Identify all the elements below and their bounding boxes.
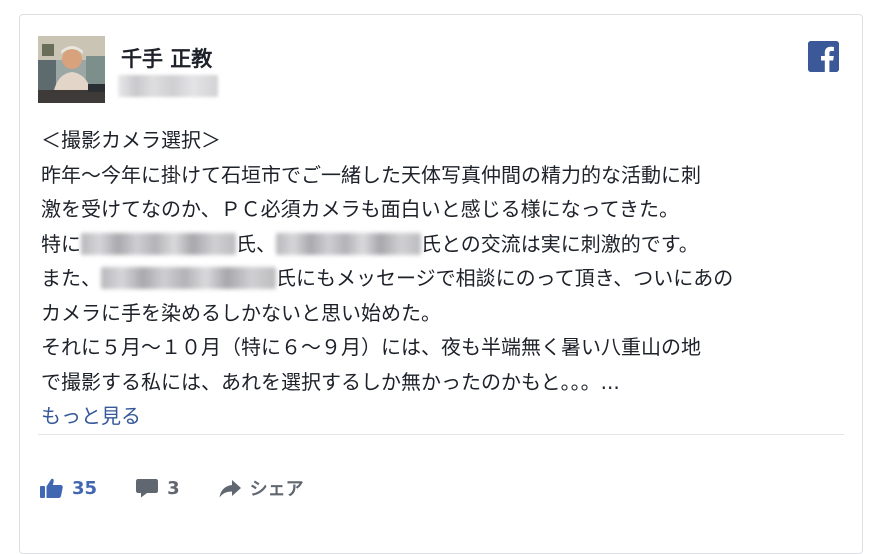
avatar-image: [38, 36, 105, 103]
post-line: また、 氏にもメッセージで相談にのって頂き、ついにあの: [41, 261, 851, 296]
post-line: 昨年〜今年に掛けて石垣市でご一緒した天体写真仲間の精力的な活動に刺: [41, 158, 851, 193]
post-text-segment: また、: [41, 266, 101, 290]
comment-button[interactable]: 3: [135, 477, 218, 499]
redacted-name: [81, 232, 236, 255]
post-line: 特に 氏、 氏との交流は実に刺激的です。: [41, 227, 851, 262]
post-card: 千手 正教 ＜撮影カメラ選択＞ 昨年〜今年に掛けて石垣市でご一緒した天体写真仲間の…: [19, 14, 863, 554]
post-text-segment: 氏、: [236, 231, 276, 256]
share-button[interactable]: シェア: [218, 475, 304, 501]
comment-count: 3: [167, 477, 180, 499]
post-line: で撮影する私には、あれを選択するしか無かったのかもと。。。...: [41, 365, 851, 400]
like-button[interactable]: 35: [40, 477, 135, 499]
post-text-segment: 氏にもメッセージで相談にのって頂き、ついにあの: [276, 266, 734, 290]
post-text-segment: ＜撮影カメラ選択＞: [41, 128, 221, 152]
post-line: カメラに手を染めるしかないと思い始めた。: [41, 296, 851, 331]
divider: [38, 434, 844, 435]
author-name[interactable]: 千手 正教: [121, 43, 212, 73]
redacted-name: [101, 267, 276, 289]
post-line: それに５月〜１０月（特に６〜９月）には、夜も半端無く暑い八重山の地: [41, 330, 851, 365]
post-text-segment: 氏との交流は実に刺激的です。: [421, 231, 699, 256]
thumbs-up-icon: [40, 477, 64, 499]
redacted-name: [276, 232, 421, 255]
post-text-segment: カメラに手を染めるしかないと思い始めた。: [41, 300, 441, 325]
post-text-segment: それに５月〜１０月（特に６〜９月）には、夜も半端無く暑い八重山の地: [41, 335, 701, 359]
comment-icon: [135, 477, 159, 499]
author-avatar[interactable]: [38, 36, 105, 103]
see-more-link[interactable]: もっと見る: [41, 399, 851, 434]
post-line: ＜撮影カメラ選択＞: [41, 123, 851, 158]
facebook-icon[interactable]: [808, 41, 839, 72]
post-text-segment: 激を受けてなのか、ＰＣ必須カメラも面白いと感じる様になってきた。: [41, 197, 679, 221]
share-label: シェア: [249, 479, 304, 500]
post-text-segment: 特に: [41, 231, 81, 256]
post-body: ＜撮影カメラ選択＞ 昨年〜今年に掛けて石垣市でご一緒した天体写真仲間の精力的な活動…: [41, 123, 851, 434]
post-text-segment: 昨年〜今年に掛けて石垣市でご一緒した天体写真仲間の精力的な活動に刺: [41, 162, 701, 187]
post-line: 激を受けてなのか、ＰＣ必須カメラも面白いと感じる様になってきた。: [41, 192, 851, 227]
share-arrow-icon: [218, 477, 242, 499]
timestamp-redacted: [118, 75, 218, 97]
like-count: 35: [72, 477, 98, 499]
post-text-segment: で撮影する私には、あれを選択するしか無かったのかもと。。。...: [41, 369, 620, 394]
action-bar: 35 3 シェア: [40, 473, 304, 503]
